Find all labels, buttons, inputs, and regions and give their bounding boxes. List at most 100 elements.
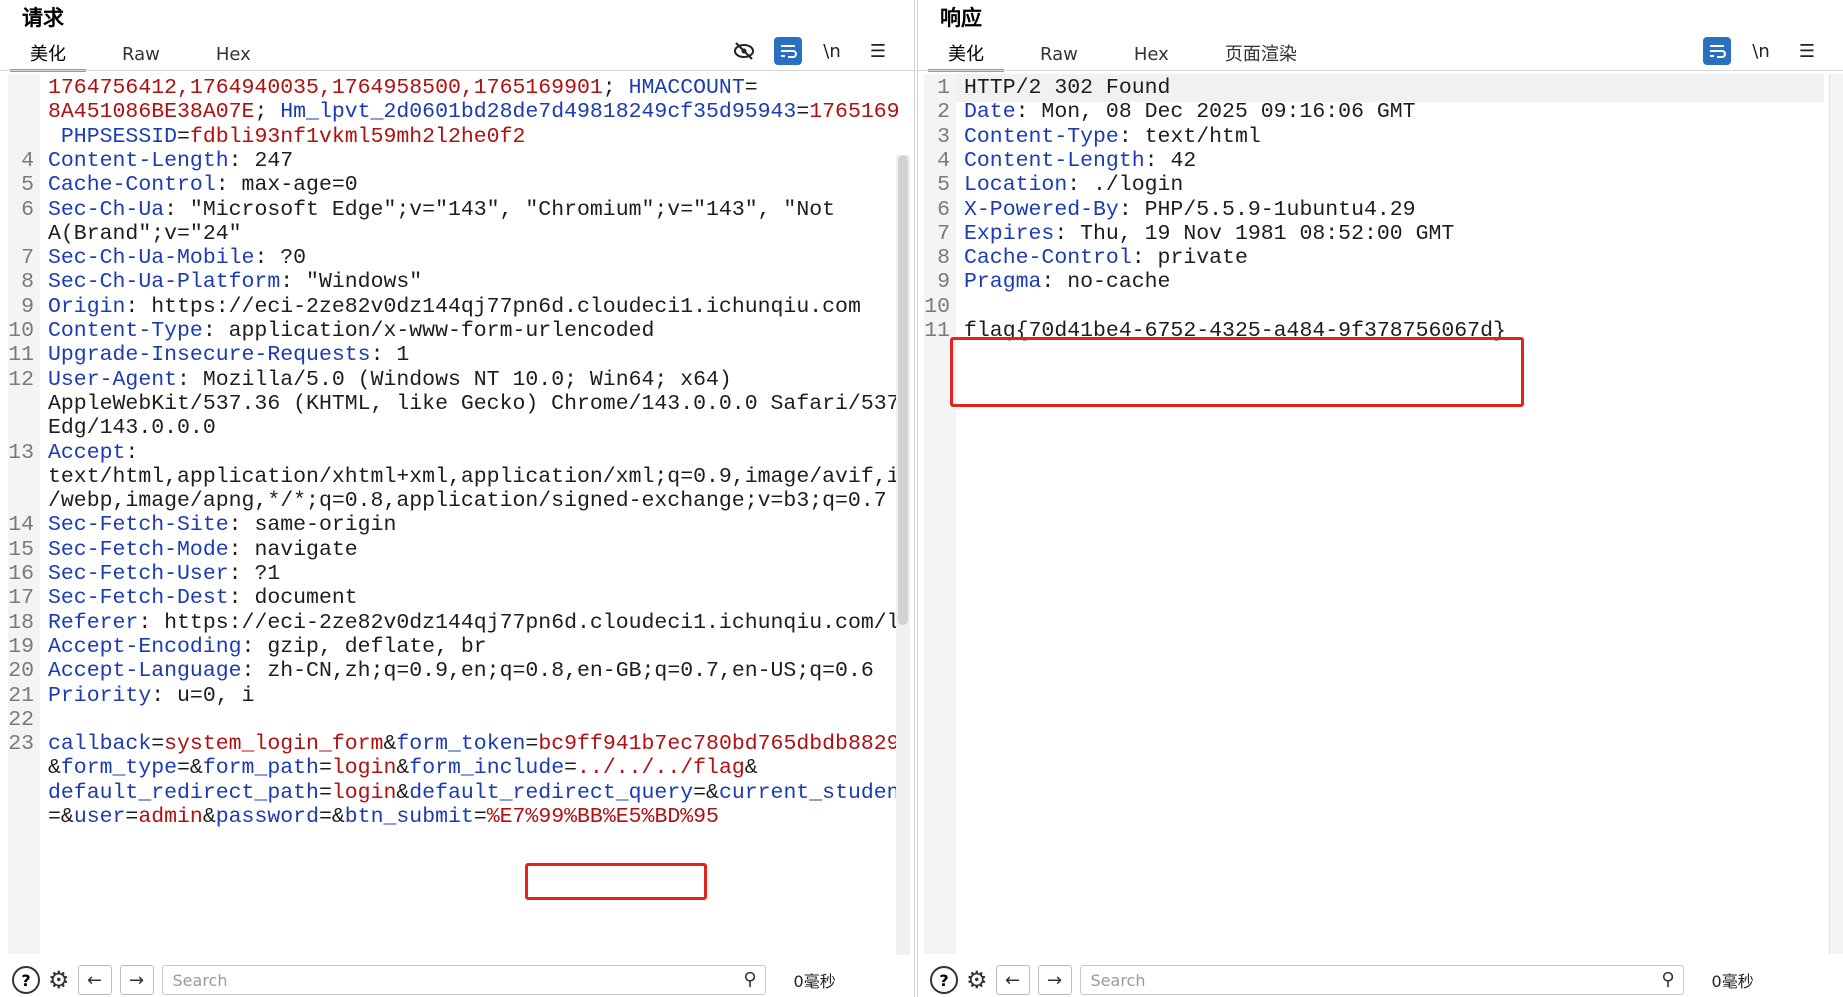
- code-token: form_type: [60, 756, 178, 781]
- gear-icon[interactable]: ⚙: [48, 966, 70, 994]
- hide-icon[interactable]: [728, 36, 760, 66]
- request-tab-raw[interactable]: Raw: [102, 40, 180, 72]
- code-token: Content-Length: [964, 148, 1145, 173]
- code-token: Sec-Ch-Ua-Mobile: [48, 246, 255, 271]
- help-icon[interactable]: ?: [12, 966, 40, 994]
- code-token: 8A451086BE38A07E: [48, 100, 255, 125]
- code-token: =: [125, 805, 139, 829]
- request-search-input[interactable]: Search ⚲: [161, 965, 766, 995]
- code-token: : 42: [1144, 148, 1197, 173]
- response-tab-hex[interactable]: Hex: [1114, 40, 1189, 72]
- help-icon[interactable]: ?: [930, 966, 958, 994]
- code-token: =: [151, 732, 165, 757]
- code-token: =: [318, 756, 332, 781]
- code-token: : ./login: [1067, 173, 1184, 198]
- request-pane: 请求 美化 Raw Hex \n ☰ 1764756412,1764940035…: [0, 0, 915, 997]
- code-token: : u=0, i: [151, 683, 255, 708]
- search-icon[interactable]: ⚲: [1661, 969, 1674, 990]
- code-token: %E7%99%BB%E5%BD%95: [486, 805, 719, 829]
- code-token: Priority: [48, 683, 152, 708]
- menu-icon[interactable]: ☰: [862, 36, 894, 66]
- code-token: text/html,application/xhtml+xml,applicat…: [48, 464, 898, 489]
- code-token: Accept: [48, 440, 126, 465]
- forward-arrow-icon[interactable]: →: [1037, 965, 1072, 995]
- response-editor[interactable]: 1 HTTP/2 302 Found 2 Date: Mon, 08 Dec 2025…: [924, 74, 1824, 954]
- code-token: 1765169979: [809, 100, 898, 125]
- code-token: Content-Type: [964, 124, 1119, 149]
- code-token: flag{70d41be4-6752-4325-a484-9f378756067…: [964, 319, 1506, 343]
- response-toolbar: \n ☰: [1703, 36, 1823, 66]
- code-token: &: [383, 732, 397, 757]
- code-token: : document: [228, 586, 358, 611]
- code-token: : same-origin: [228, 513, 397, 538]
- code-token: : application/x-www-form-urlencoded: [202, 319, 655, 343]
- code-token: callback: [48, 732, 152, 757]
- request-tab-hex[interactable]: Hex: [196, 40, 271, 72]
- code-token: default_redirect_path: [48, 780, 319, 805]
- wrap-icon[interactable]: [774, 37, 802, 65]
- response-scrollbar[interactable]: [1829, 74, 1843, 954]
- gear-icon[interactable]: ⚙: [966, 966, 988, 994]
- request-editor[interactable]: 1764756412,1764940035,1764958500,1765169…: [8, 74, 898, 954]
- code-token: Sec-Ch-Ua: [48, 197, 165, 222]
- back-arrow-icon[interactable]: ←: [77, 965, 112, 995]
- code-token: Expires: [964, 221, 1055, 246]
- response-time-label: 0毫秒: [1711, 972, 1754, 991]
- menu-icon[interactable]: ☰: [1791, 36, 1823, 66]
- code-token: Cache-Control: [964, 246, 1132, 271]
- newline-toggle-button[interactable]: \n: [1745, 36, 1777, 66]
- line-number: 23: [8, 732, 34, 757]
- code-token: : navigate: [228, 537, 358, 562]
- code-token: : private: [1131, 246, 1248, 271]
- code-token: HMACCOUNT: [628, 76, 745, 100]
- code-token: Location: [964, 173, 1068, 198]
- response-tabs: 美化 Raw Hex 页面渲染: [928, 40, 1333, 72]
- code-token: Content-Type: [48, 319, 203, 343]
- code-token: =: [318, 780, 332, 805]
- response-search-input[interactable]: Search ⚲: [1079, 965, 1684, 995]
- code-line: Pragma: no-cache: [964, 268, 1170, 297]
- request-scrollbar[interactable]: [896, 155, 910, 955]
- code-token: &: [396, 756, 410, 781]
- code-token: password: [215, 805, 319, 829]
- code-token: Sec-Fetch-Site: [48, 513, 229, 538]
- code-token: ;: [254, 100, 281, 125]
- code-token: : no-cache: [1041, 270, 1171, 295]
- response-tab-render[interactable]: 页面渲染: [1205, 40, 1317, 72]
- code-token: X-Powered-By: [964, 197, 1119, 222]
- code-token: : Mon, 08 Dec 2025 09:16:06 GMT: [1015, 100, 1416, 125]
- code-token: 1764756412,1764940035,1764958500,1765169…: [48, 76, 603, 100]
- line-number: 13: [8, 440, 34, 465]
- code-token: current_student_id: [718, 780, 898, 805]
- code-token: =: [525, 732, 539, 757]
- code-token: system_login_form: [164, 732, 384, 757]
- response-tab-pretty[interactable]: 美化: [928, 40, 1004, 72]
- code-token: =&: [48, 805, 74, 829]
- code-token: &: [744, 756, 758, 781]
- back-arrow-icon[interactable]: ←: [995, 965, 1030, 995]
- newline-toggle-button[interactable]: \n: [816, 36, 848, 66]
- forward-arrow-icon[interactable]: →: [119, 965, 154, 995]
- code-token: : "Windows": [280, 270, 423, 295]
- search-icon[interactable]: ⚲: [743, 969, 756, 990]
- code-token: AppleWebKit/537.36 (KHTML, like Gecko) C…: [48, 391, 898, 416]
- response-search-placeholder: Search: [1090, 970, 1146, 990]
- code-token: Accept-Encoding: [48, 634, 242, 659]
- code-token: form_path: [202, 756, 319, 781]
- code-token: Referer: [48, 610, 139, 635]
- request-tab-pretty[interactable]: 美化: [10, 40, 86, 72]
- code-token: A(Brand";v="24": [48, 221, 242, 246]
- code-token: Upgrade-Insecure-Requests: [48, 343, 371, 368]
- response-tab-raw[interactable]: Raw: [1020, 40, 1098, 72]
- code-token: : "Microsoft Edge";v="143", "Chromium";v…: [164, 197, 836, 222]
- code-line: =&user=admin&password=&btn_submit=%E7%99…: [48, 803, 719, 832]
- code-token: fdbli93nf1vkml59mh2l2he0f2: [189, 124, 526, 149]
- request-toolbar: \n ☰: [728, 36, 894, 66]
- request-tabs: 美化 Raw Hex: [10, 40, 287, 72]
- response-pane: 响应 美化 Raw Hex 页面渲染 \n ☰ 1 HTTP/2 302 Foun…: [917, 0, 1843, 997]
- code-token: &: [202, 805, 216, 829]
- wrap-icon[interactable]: [1703, 37, 1731, 65]
- request-scroll-thumb[interactable]: [898, 155, 908, 625]
- request-footer: ? ⚙ ← → Search ⚲ 0毫秒: [0, 963, 914, 997]
- code-token: /webp,image/apng,*/*;q=0.8,application/s…: [48, 489, 887, 514]
